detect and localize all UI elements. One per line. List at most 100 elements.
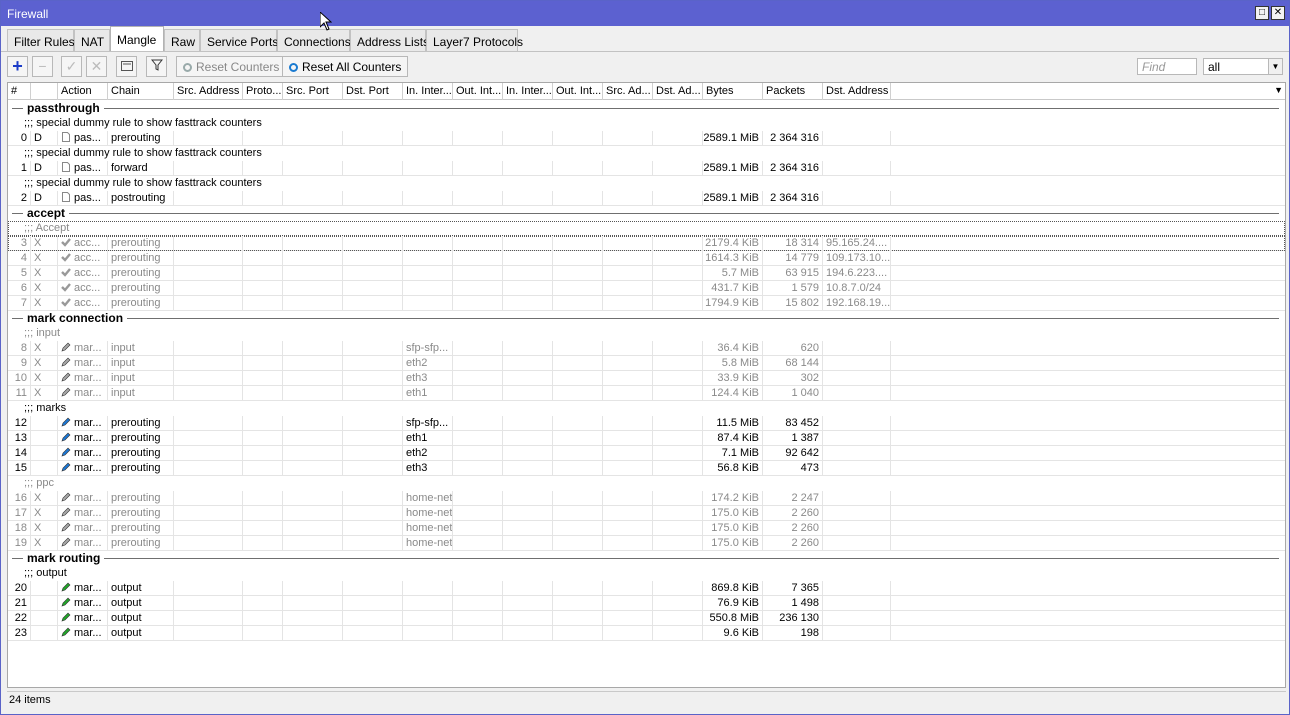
table-row[interactable]: 3 Xacc... prerouting 2179.4 KiB 18 314 95.165… [8, 236, 1285, 251]
tab-connections[interactable]: Connections [277, 29, 351, 51]
column-header[interactable]: Bytes [703, 83, 763, 100]
table-row[interactable]: 8 Xmar... input sfp-sfp... 36.4 KiB 620 [8, 341, 1285, 356]
rule-chain: prerouting [108, 296, 174, 311]
comment-row[interactable]: ;;; marks [8, 401, 1285, 416]
table-row[interactable]: 17 Xmar... prerouting home-net 175.0 KiB 2 26… [8, 506, 1285, 521]
tab-address-lists[interactable]: Address Lists [350, 29, 429, 51]
column-header[interactable]: Src. Port [283, 83, 343, 100]
table-row[interactable]: 12 mar... prerouting sfp-sfp... 11.5 MiB 83 4… [8, 416, 1285, 431]
rule-packets: 15 802 [763, 296, 823, 311]
table-row[interactable]: 15 mar... prerouting eth3 56.8 KiB 473 [8, 461, 1285, 476]
table-row[interactable]: 13 mar... prerouting eth1 87.4 KiB 1 387 [8, 431, 1285, 446]
find-input[interactable]: Find [1137, 58, 1197, 75]
rule-bytes: 869.8 KiB [703, 581, 763, 596]
table-row[interactable]: 4 Xacc... prerouting 1614.3 KiB 14 779 109.17… [8, 251, 1285, 266]
rule-number: 13 [8, 431, 31, 446]
chevron-down-icon[interactable]: ▼ [1268, 59, 1282, 74]
rule-action: acc... [58, 296, 108, 311]
table-row[interactable]: 14 mar... prerouting eth2 7.1 MiB 92 642 [8, 446, 1285, 461]
table-row[interactable]: 5 Xacc... prerouting 5.7 MiB 63 915 194.6.223… [8, 266, 1285, 281]
column-header[interactable]: Action [58, 83, 108, 100]
rule-flag [31, 446, 58, 461]
table-row[interactable]: 11 Xmar... input eth1 124.4 KiB 1 040 [8, 386, 1285, 401]
rule-bytes: 1794.9 KiB [703, 296, 763, 311]
rule-packets: 236 130 [763, 611, 823, 626]
tab-service-ports[interactable]: Service Ports [200, 29, 278, 51]
rule-number: 15 [8, 461, 31, 476]
filter-select[interactable]: all ▼ [1203, 58, 1283, 75]
column-header[interactable]: Src. Address [174, 83, 243, 100]
column-header[interactable]: Dst. Address [823, 83, 891, 100]
column-menu-icon[interactable]: ▼ [1274, 85, 1283, 95]
column-header[interactable]: Src. Ad... [603, 83, 653, 100]
column-header[interactable]: Dst. Port [343, 83, 403, 100]
column-header[interactable]: # [8, 83, 31, 100]
rule-flag [31, 461, 58, 476]
tab-nat[interactable]: NAT [74, 29, 110, 51]
table-row[interactable]: 23 mar... output 9.6 KiB 198 [8, 626, 1285, 641]
table-row[interactable]: 21 mar... output 76.9 KiB 1 498 [8, 596, 1285, 611]
rule-action: mar... [58, 386, 108, 401]
table-row[interactable]: 20 mar... output 869.8 KiB 7 365 [8, 581, 1285, 596]
add-button[interactable]: + [7, 56, 28, 77]
comment-row[interactable]: ;;; input [8, 326, 1285, 341]
empty-cell [453, 281, 503, 296]
tab-raw[interactable]: Raw [164, 29, 200, 51]
empty-cell [343, 341, 403, 356]
rule-dst-address: 192.168.19... [823, 296, 891, 311]
table-row[interactable]: 1 Dpas... forward 2589.1 MiB 2 364 316 [8, 161, 1285, 176]
table-row[interactable]: 6 Xacc... prerouting 431.7 KiB 1 579 10.8.7.0… [8, 281, 1285, 296]
comment-row[interactable]: ;;; special dummy rule to show fasttrack… [8, 176, 1285, 191]
reset-counters-button[interactable]: Reset Counters [176, 56, 287, 77]
comment-row[interactable]: ;;; special dummy rule to show fasttrack… [8, 146, 1285, 161]
filter-icon [150, 59, 163, 71]
empty-cell [653, 161, 703, 176]
empty-cell [243, 626, 283, 641]
column-header[interactable]: Proto... [243, 83, 283, 100]
column-header[interactable]: Chain [108, 83, 174, 100]
table-row[interactable]: 22 mar... output 550.8 MiB 236 130 [8, 611, 1285, 626]
rule-dst-address [823, 536, 891, 551]
disable-button[interactable]: ✕ [86, 56, 107, 77]
comment-row[interactable]: ;;; output [8, 566, 1285, 581]
comment-row[interactable]: ;;; special dummy rule to show fasttrack… [8, 116, 1285, 131]
remove-button[interactable]: − [32, 56, 53, 77]
tab-filter-rules[interactable]: Filter Rules [7, 29, 75, 51]
filter-button[interactable] [146, 56, 167, 77]
table-row[interactable]: 10 Xmar... input eth3 33.9 KiB 302 [8, 371, 1285, 386]
empty-cell [553, 191, 603, 206]
tab-layer7-protocols[interactable]: Layer7 Protocols [426, 29, 523, 51]
rule-bytes: 5.8 MiB [703, 356, 763, 371]
empty-cell [174, 416, 243, 431]
column-header[interactable]: Out. Int... [453, 83, 503, 100]
tab-mangle[interactable]: Mangle [110, 26, 164, 51]
column-header[interactable] [31, 83, 58, 100]
reset-all-counters-button[interactable]: Reset All Counters [282, 56, 409, 77]
empty-cell [243, 596, 283, 611]
empty-cell [343, 236, 403, 251]
comment-row[interactable]: ;;; ppc [8, 476, 1285, 491]
empty-cell [453, 386, 503, 401]
table-row[interactable]: 16 Xmar... prerouting home-net 174.2 KiB 2 24… [8, 491, 1285, 506]
comment-button[interactable] [116, 56, 137, 77]
rule-in-interface [403, 596, 453, 611]
table-row[interactable]: 9 Xmar... input eth2 5.8 MiB 68 144 [8, 356, 1285, 371]
rule-packets: 302 [763, 371, 823, 386]
close-button[interactable]: ✕ [1271, 6, 1285, 20]
comment-row[interactable]: ;;; Accept [8, 221, 1285, 236]
table-row[interactable]: 19 Xmar... prerouting home-net 175.0 KiB 2 26… [8, 536, 1285, 551]
column-header[interactable]: Out. Int... [553, 83, 603, 100]
maximize-button[interactable]: □ [1255, 6, 1269, 20]
column-header[interactable]: Dst. Ad... [653, 83, 703, 100]
table-row[interactable]: 7 Xacc... prerouting 1794.9 KiB 15 802 192.16… [8, 296, 1285, 311]
table-row[interactable]: 0 Dpas... prerouting 2589.1 MiB 2 364 316 [8, 131, 1285, 146]
title-bar[interactable]: Firewall □ ✕ [1, 1, 1289, 26]
column-header[interactable]: In. Inter... [403, 83, 453, 100]
rule-chain: input [108, 341, 174, 356]
enable-button[interactable]: ✓ [61, 56, 82, 77]
table-row[interactable]: 2 Dpas... postrouting 2589.1 MiB 2 364 316 [8, 191, 1285, 206]
empty-cell [553, 266, 603, 281]
table-row[interactable]: 18 Xmar... prerouting home-net 175.0 KiB 2 26… [8, 521, 1285, 536]
column-header[interactable]: In. Inter... [503, 83, 553, 100]
column-header[interactable]: Packets [763, 83, 823, 100]
